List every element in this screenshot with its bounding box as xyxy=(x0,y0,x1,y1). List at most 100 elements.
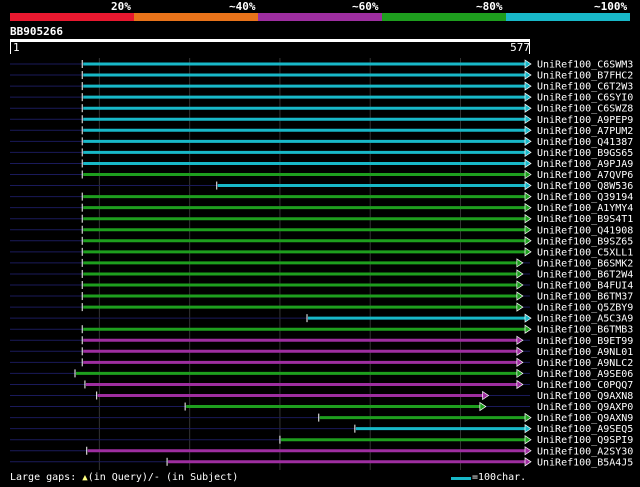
hit-end-arrow xyxy=(516,379,524,390)
hit-label[interactable]: UniRef100_C6SWM3 xyxy=(537,60,633,71)
hit-row[interactable]: UniRef100_Q9AXP0 xyxy=(10,401,633,413)
hit-end-arrow xyxy=(524,446,532,456)
hit-label[interactable]: UniRef100_B5A4J5 xyxy=(537,457,633,468)
hit-row[interactable]: UniRef100_A7QVP6 xyxy=(10,169,633,181)
hit-row[interactable]: UniRef100_B9ET99 xyxy=(10,335,633,347)
subject-gap-marker-icon: - xyxy=(153,472,160,483)
hit-row[interactable]: UniRef100_B6TMB3 xyxy=(10,324,633,336)
hit-end-arrow xyxy=(482,390,490,401)
hit-end-arrow xyxy=(524,191,532,202)
hit-row[interactable]: UniRef100_A2SY30 xyxy=(10,446,633,457)
hit-row[interactable]: UniRef100_A9PEP9 xyxy=(10,114,633,126)
hit-label[interactable]: UniRef100_Q39194 xyxy=(537,192,633,203)
hit-row[interactable]: UniRef100_Q5ZBY9 xyxy=(10,302,633,314)
hit-row[interactable]: UniRef100_B7FHC2 xyxy=(10,70,633,82)
hit-end-arrow xyxy=(516,346,524,356)
hit-label[interactable]: UniRef100_Q9AXN9 xyxy=(537,413,633,424)
hit-label[interactable]: UniRef100_Q9AXN8 xyxy=(537,391,633,402)
hit-row[interactable]: UniRef100_Q41387 xyxy=(10,136,633,148)
hit-label[interactable]: UniRef100_B9S4T1 xyxy=(537,214,633,225)
hit-end-arrow xyxy=(516,357,524,368)
hit-end-arrow xyxy=(524,412,532,423)
hit-row[interactable]: UniRef100_A9NL01 xyxy=(10,346,633,358)
scale-legend-bar xyxy=(451,477,471,480)
hit-label[interactable]: UniRef100_A7PUM2 xyxy=(537,126,633,137)
hit-label[interactable]: UniRef100_B7FHC2 xyxy=(537,71,633,82)
hit-row[interactable]: UniRef100_B6T2W4 xyxy=(10,269,633,280)
hit-label[interactable]: UniRef100_B6TMB3 xyxy=(537,325,633,336)
hit-row[interactable]: UniRef100_A9SEQ5 xyxy=(10,423,633,435)
hit-end-arrow xyxy=(516,280,524,290)
hit-label[interactable]: UniRef100_C5XLL1 xyxy=(537,247,633,258)
hit-label[interactable]: UniRef100_A2SY30 xyxy=(537,446,633,457)
hit-end-arrow xyxy=(479,401,487,412)
hit-row[interactable]: UniRef100_A5C3A9 xyxy=(10,313,633,325)
hit-label[interactable]: UniRef100_A7QVP6 xyxy=(537,170,633,181)
hit-row[interactable]: UniRef100_Q8W536 xyxy=(10,180,633,192)
hit-row[interactable]: UniRef100_C5XLL1 xyxy=(10,247,633,258)
hit-label[interactable]: UniRef100_B6TM37 xyxy=(537,292,633,303)
hit-end-arrow xyxy=(524,423,532,434)
hit-label[interactable]: UniRef100_Q9AXP0 xyxy=(537,402,633,413)
hit-row[interactable]: UniRef100_C0PQQ7 xyxy=(10,379,633,391)
hit-row[interactable]: UniRef100_A9SE06 xyxy=(10,368,633,380)
blast-alignment-viewer: 20% ~40% ~60% ~80% ~100% BB905266 1 577 … xyxy=(0,0,640,487)
hit-row[interactable]: UniRef100_C6SYI0 xyxy=(10,92,633,104)
hit-row[interactable]: UniRef100_B5A4J5 xyxy=(10,457,633,468)
hit-label[interactable]: UniRef100_Q9SPI9 xyxy=(537,435,633,446)
gap-legend: Large gaps: ▲(in Query)/- (in Subject) xyxy=(10,472,238,484)
hit-row[interactable]: UniRef100_A9NLC2 xyxy=(10,357,633,369)
hit-row[interactable]: UniRef100_A1YMY4 xyxy=(10,202,633,214)
hit-row[interactable]: UniRef100_B9SZ65 xyxy=(10,236,633,247)
hit-label[interactable]: UniRef100_A9SEQ5 xyxy=(537,424,633,435)
hit-label[interactable]: UniRef100_B9GS65 xyxy=(537,148,633,159)
hit-row[interactable]: UniRef100_C6SWM3 xyxy=(10,59,633,71)
hit-end-arrow xyxy=(524,70,532,80)
hit-end-arrow xyxy=(516,335,524,345)
hit-label[interactable]: UniRef100_B6SMK2 xyxy=(537,258,633,269)
hit-row[interactable]: UniRef100_B6TM37 xyxy=(10,291,633,303)
hit-label[interactable]: UniRef100_B9SZ65 xyxy=(537,236,633,247)
hit-row[interactable]: UniRef100_A7PUM2 xyxy=(10,125,633,137)
hit-row[interactable]: UniRef100_C6SWZ8 xyxy=(10,103,633,115)
hit-label[interactable]: UniRef100_A9PEP9 xyxy=(537,115,633,126)
hit-row[interactable]: UniRef100_C6T2W3 xyxy=(10,81,633,93)
hit-label[interactable]: UniRef100_C6SYI0 xyxy=(537,93,633,104)
hit-label[interactable]: UniRef100_C0PQQ7 xyxy=(537,380,633,391)
hit-row[interactable]: UniRef100_Q39194 xyxy=(10,191,633,203)
hit-label[interactable]: UniRef100_A9NLC2 xyxy=(537,358,633,369)
hit-label[interactable]: UniRef100_A5C3A9 xyxy=(537,314,633,325)
hit-label[interactable]: UniRef100_A1YMY4 xyxy=(537,203,633,214)
hit-label[interactable]: UniRef100_A9NL01 xyxy=(537,347,633,358)
hit-end-arrow xyxy=(524,136,532,147)
hit-label[interactable]: UniRef100_C6SWZ8 xyxy=(537,104,633,115)
hit-end-arrow xyxy=(516,291,524,301)
hit-end-arrow xyxy=(524,92,532,102)
hit-row[interactable]: UniRef100_B9S4T1 xyxy=(10,214,633,225)
hit-row[interactable]: UniRef100_A9PJA9 xyxy=(10,158,633,170)
hit-label[interactable]: UniRef100_Q41387 xyxy=(537,137,633,148)
hit-end-arrow xyxy=(524,324,532,334)
hit-label[interactable]: UniRef100_B4FUI4 xyxy=(537,281,633,292)
hit-end-arrow xyxy=(524,180,532,191)
hit-row[interactable]: UniRef100_B4FUI4 xyxy=(10,280,633,292)
hit-end-arrow xyxy=(524,236,532,246)
hit-end-arrow xyxy=(524,81,532,91)
hit-row[interactable]: UniRef100_Q9AXN9 xyxy=(10,412,633,424)
hit-label[interactable]: UniRef100_Q5ZBY9 xyxy=(537,303,633,314)
hit-end-arrow xyxy=(524,247,532,257)
hit-label[interactable]: UniRef100_Q8W536 xyxy=(537,181,633,192)
hit-label[interactable]: UniRef100_A9PJA9 xyxy=(537,159,633,170)
hit-row[interactable]: UniRef100_B9GS65 xyxy=(10,147,633,159)
hit-row[interactable]: UniRef100_Q9AXN8 xyxy=(10,390,633,402)
hit-end-arrow xyxy=(524,457,532,467)
hit-label[interactable]: UniRef100_C6T2W3 xyxy=(537,82,633,93)
hit-label[interactable]: UniRef100_Q41908 xyxy=(537,225,633,236)
hit-label[interactable]: UniRef100_B9ET99 xyxy=(537,336,633,347)
hit-row[interactable]: UniRef100_Q41908 xyxy=(10,225,633,236)
gap-legend-query: (in Query)/ xyxy=(87,472,154,483)
hit-row[interactable]: UniRef100_B6SMK2 xyxy=(10,258,633,269)
hit-label[interactable]: UniRef100_B6T2W4 xyxy=(537,269,633,280)
hit-row[interactable]: UniRef100_Q9SPI9 xyxy=(10,435,633,446)
hit-label[interactable]: UniRef100_A9SE06 xyxy=(537,369,633,380)
